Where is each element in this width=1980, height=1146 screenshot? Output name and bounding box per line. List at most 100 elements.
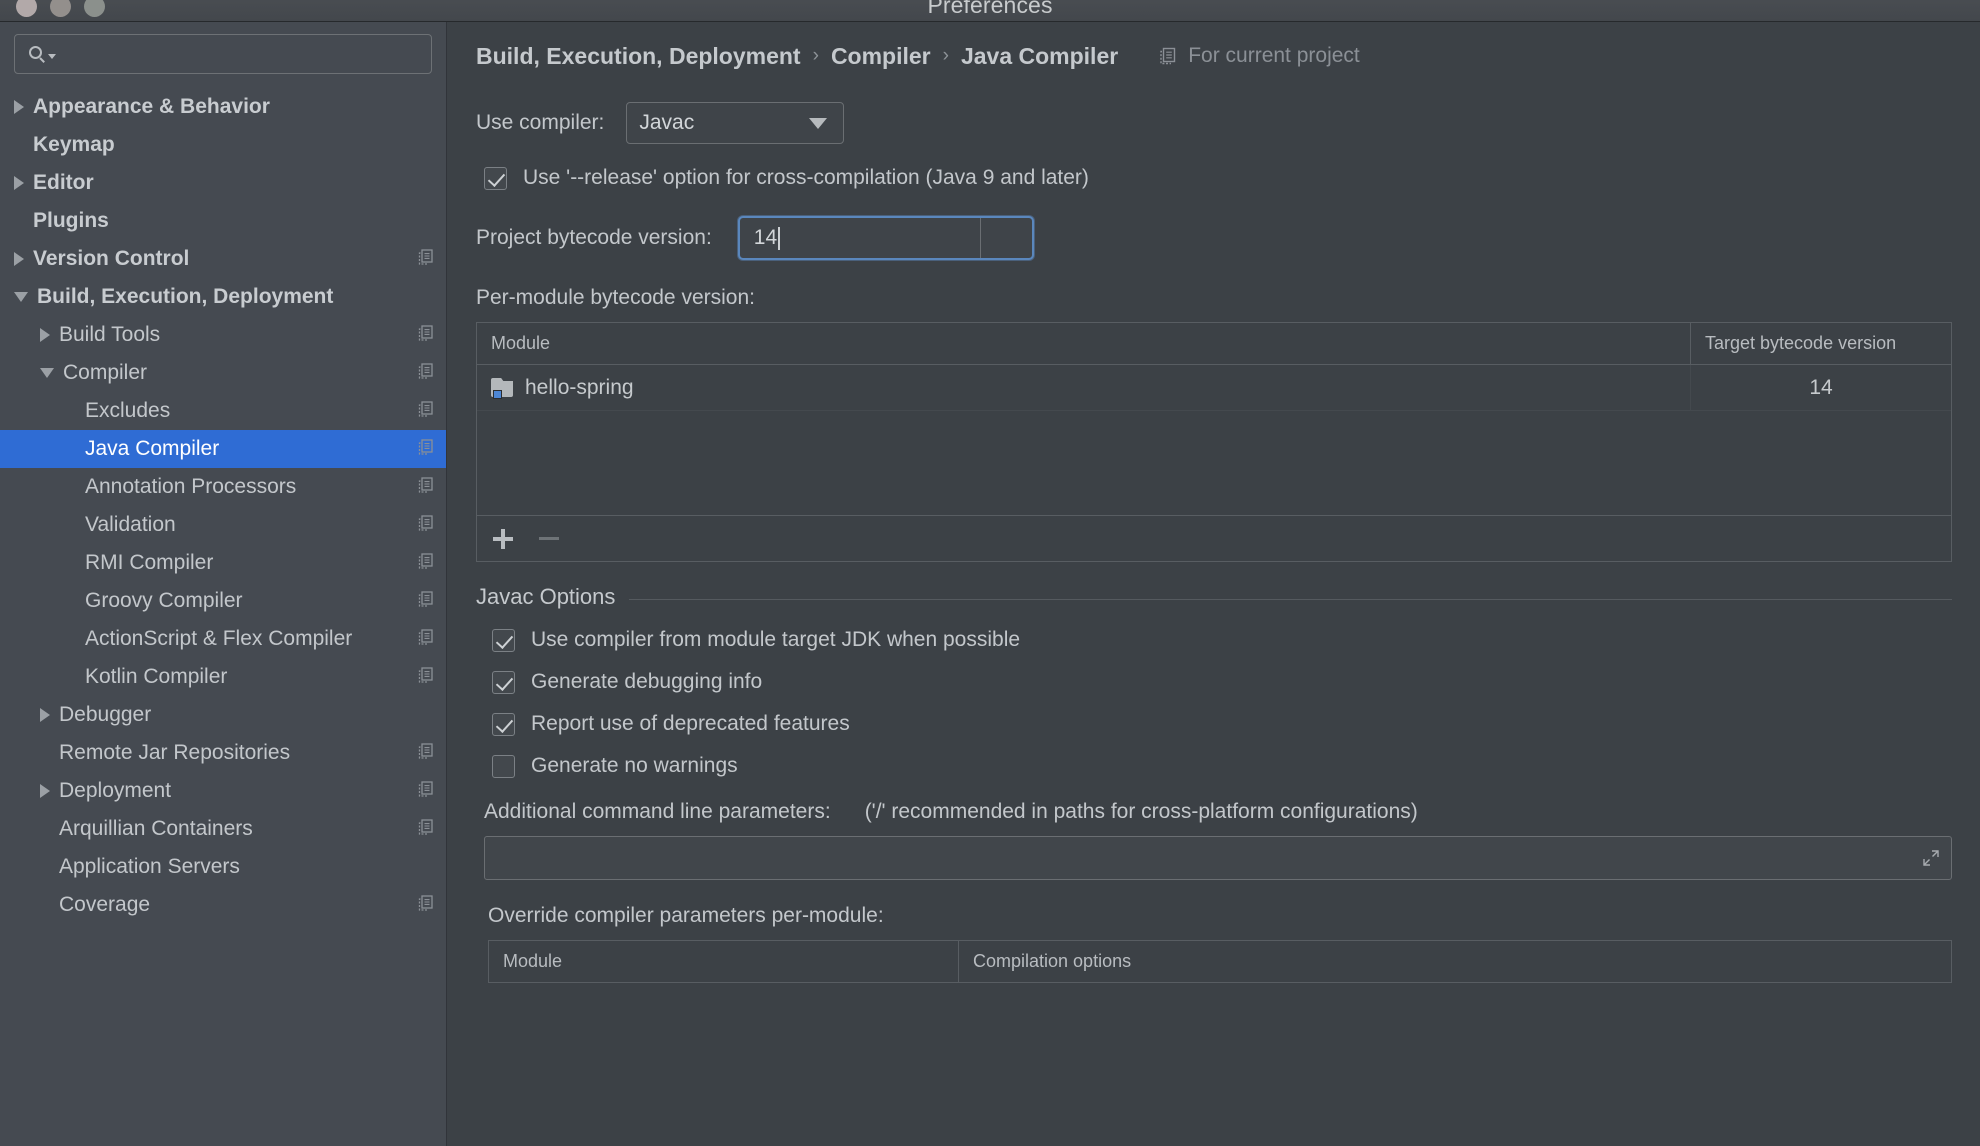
sidebar-item-kotlin-compiler[interactable]: Kotlin Compiler	[0, 658, 446, 696]
project-scope-badge-icon	[416, 589, 436, 614]
sidebar-item-remote-jar-repositories[interactable]: Remote Jar Repositories	[0, 734, 446, 772]
module-icon	[491, 378, 513, 399]
add-module-button[interactable]	[493, 528, 513, 549]
project-bytecode-input[interactable]: 14	[740, 218, 980, 258]
sidebar-item-coverage[interactable]: Coverage	[0, 886, 446, 924]
javac-option-row-1[interactable]: Generate debugging info	[448, 652, 1980, 694]
sidebar-item-label: Java Compiler	[85, 437, 220, 460]
sidebar-item-build-execution-deployment[interactable]: Build, Execution, Deployment	[0, 278, 446, 316]
sidebar-item-appearance-behavior[interactable]: Appearance & Behavior	[0, 88, 446, 126]
sidebar-item-label: Compiler	[63, 361, 148, 384]
additional-parameters-hint: ('/' recommended in paths for cross-plat…	[864, 800, 1418, 823]
sidebar-item-label: Appearance & Behavior	[33, 95, 270, 118]
copy-icon	[418, 742, 433, 759]
additional-parameters-input[interactable]	[484, 836, 1952, 880]
text-cursor	[778, 226, 781, 250]
additional-parameters-row: Additional command line parameters: ('/'…	[448, 778, 1980, 824]
sidebar-item-keymap[interactable]: Keymap	[0, 126, 446, 164]
sidebar-item-compiler[interactable]: Compiler	[0, 354, 446, 392]
sidebar-item-groovy-compiler[interactable]: Groovy Compiler	[0, 582, 446, 620]
sidebar-item-plugins[interactable]: Plugins	[0, 202, 446, 240]
chevron-right-icon[interactable]	[40, 708, 50, 722]
use-compiler-dropdown[interactable]: Javac	[626, 102, 845, 144]
chevron-down-icon[interactable]	[40, 368, 54, 378]
table-row[interactable]: hello-spring 14	[477, 365, 1951, 411]
chevron-down-icon	[809, 117, 828, 129]
search-box[interactable]	[14, 34, 432, 74]
sidebar-item-deployment[interactable]: Deployment	[0, 772, 446, 810]
use-compiler-row: Use compiler: Javac	[448, 74, 1980, 144]
column-header-module[interactable]: Module	[477, 323, 1691, 364]
report-deprecated-checkbox[interactable]	[492, 712, 515, 736]
sidebar-item-label: Application Servers	[59, 855, 240, 878]
preferences-window: Preferences Appearance & Behavior Keymap E…	[0, 0, 1980, 1146]
use-module-jdk-checkbox[interactable]	[492, 628, 515, 652]
sidebar-item-application-servers[interactable]: Application Servers	[0, 848, 446, 886]
maximize-window-button[interactable]	[84, 0, 105, 17]
generate-debugging-info-checkbox[interactable]	[492, 670, 515, 694]
sidebar-item-rmi-compiler[interactable]: RMI Compiler	[0, 544, 446, 582]
search-icon	[29, 45, 46, 63]
release-option-row[interactable]: Use '--release' option for cross-compila…	[448, 144, 1980, 190]
cell-target-bytecode[interactable]: 14	[1691, 365, 1951, 410]
table-header: Module Compilation options	[489, 941, 1951, 983]
sidebar-item-label: RMI Compiler	[85, 551, 214, 574]
project-bytecode-combobox[interactable]: 14	[737, 216, 1034, 260]
release-option-checkbox[interactable]	[484, 166, 507, 190]
copy-icon	[418, 590, 433, 607]
sidebar-item-label: Debugger	[59, 703, 152, 726]
sidebar-item-label: Deployment	[59, 779, 172, 802]
sidebar-item-label: Arquillian Containers	[59, 817, 253, 840]
column-header-target-bytecode[interactable]: Target bytecode version	[1691, 323, 1951, 364]
column-header-compilation-options[interactable]: Compilation options	[959, 941, 1951, 982]
close-window-button[interactable]	[16, 0, 37, 17]
chevron-right-icon[interactable]	[14, 176, 24, 190]
sidebar-item-annotation-processors[interactable]: Annotation Processors	[0, 468, 446, 506]
sidebar-item-label: Editor	[33, 171, 94, 194]
module-name: hello-spring	[525, 375, 634, 399]
breadcrumb-item-1[interactable]: Compiler	[831, 43, 931, 70]
project-scope-badge-icon	[416, 817, 436, 842]
sidebar-item-arquillian-containers[interactable]: Arquillian Containers	[0, 810, 446, 848]
copy-icon	[418, 362, 433, 379]
chevron-down-icon[interactable]	[14, 292, 28, 302]
sidebar-item-java-compiler[interactable]: Java Compiler	[0, 430, 446, 468]
expand-icon[interactable]	[1921, 848, 1941, 868]
javac-option-row-3[interactable]: Generate no warnings	[448, 736, 1980, 778]
project-scope-badge-icon	[416, 665, 436, 690]
window-title: Preferences	[927, 0, 1053, 18]
javac-option-row-0[interactable]: Use compiler from module target JDK when…	[448, 610, 1980, 652]
sidebar-item-build-tools[interactable]: Build Tools	[0, 316, 446, 354]
sidebar-item-label: Build, Execution, Deployment	[37, 285, 334, 308]
minimize-window-button[interactable]	[50, 0, 71, 17]
generate-no-warnings-checkbox[interactable]	[492, 754, 515, 778]
sidebar-item-label: ActionScript & Flex Compiler	[85, 627, 353, 650]
sidebar-item-debugger[interactable]: Debugger	[0, 696, 446, 734]
table-body: hello-spring 14	[477, 365, 1951, 515]
sidebar-item-label: Excludes	[85, 399, 171, 422]
sidebar-item-version-control[interactable]: Version Control	[0, 240, 446, 278]
chevron-right-icon[interactable]	[14, 100, 24, 114]
breadcrumb-item-0[interactable]: Build, Execution, Deployment	[476, 43, 801, 70]
javac-options-section-header: Javac Options	[448, 562, 1980, 610]
project-scope-badge-icon	[416, 893, 436, 918]
javac-option-row-2[interactable]: Report use of deprecated features	[448, 694, 1980, 736]
additional-parameters-label: Additional command line parameters:	[484, 800, 831, 823]
table-header: Module Target bytecode version	[477, 323, 1951, 365]
chevron-right-icon[interactable]	[14, 252, 24, 266]
sidebar-item-label: Remote Jar Repositories	[59, 741, 291, 764]
settings-sidebar: Appearance & Behavior Keymap Editor Plugins…	[0, 22, 447, 1146]
project-scope-badge-icon	[416, 475, 436, 500]
chevron-right-icon[interactable]	[40, 784, 50, 798]
sidebar-item-validation[interactable]: Validation	[0, 506, 446, 544]
project-bytecode-dropdown-button[interactable]	[979, 218, 1032, 258]
sidebar-item-editor[interactable]: Editor	[0, 164, 446, 202]
search-input[interactable]	[56, 43, 421, 65]
chevron-down-icon[interactable]	[48, 53, 56, 59]
breadcrumb-separator: ›	[812, 45, 819, 66]
chevron-right-icon[interactable]	[40, 328, 50, 342]
sidebar-item-actionscript-flex-compiler[interactable]: ActionScript & Flex Compiler	[0, 620, 446, 658]
column-header-module[interactable]: Module	[489, 941, 959, 982]
project-scope-badge-icon	[416, 247, 436, 272]
sidebar-item-excludes[interactable]: Excludes	[0, 392, 446, 430]
